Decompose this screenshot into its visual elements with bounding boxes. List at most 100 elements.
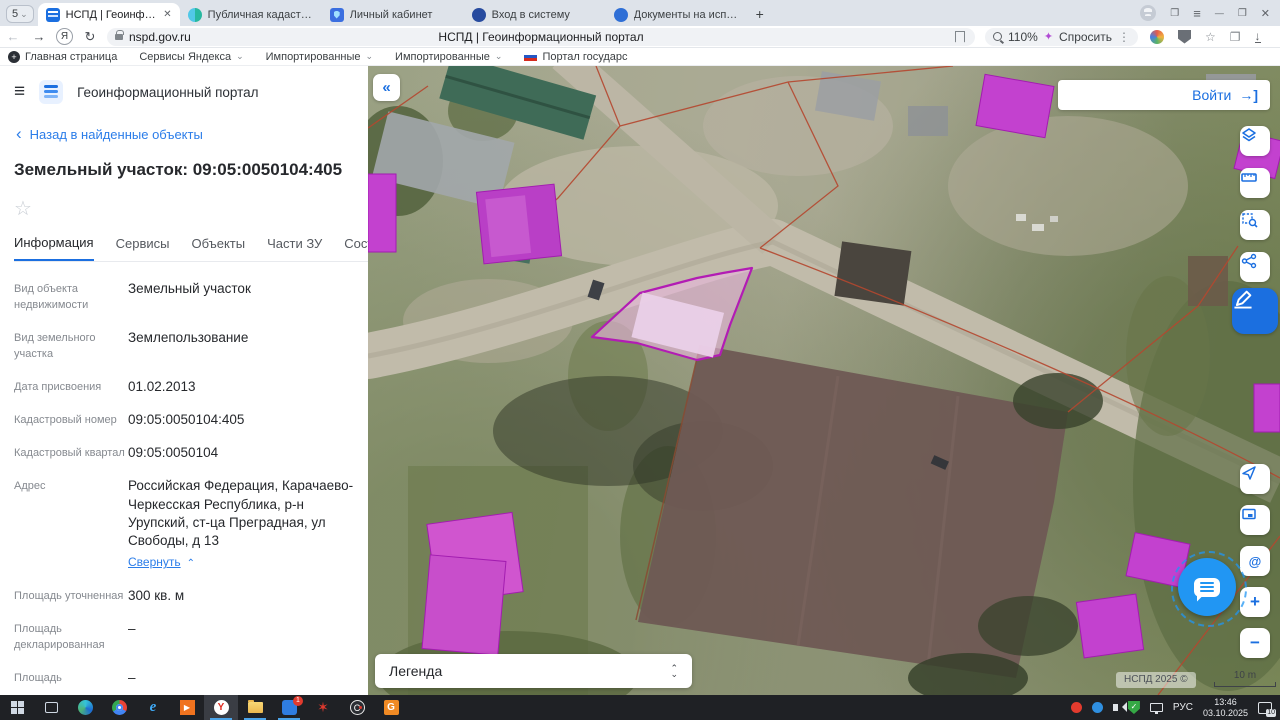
close-button[interactable]: ✕ <box>1261 7 1270 20</box>
red-app-icon: ✶ <box>317 699 329 715</box>
taskbar-films[interactable]: ▶ <box>170 695 204 720</box>
network-icon[interactable] <box>1149 703 1163 714</box>
tab-vhod[interactable]: Вход в систему <box>464 3 606 26</box>
forward-icon[interactable]: → <box>26 29 52 44</box>
map-canvas[interactable]: « Войти →] @ + − Легенда ⌃ ⌄ НСПД 2025 © … <box>368 66 1280 695</box>
notification-count: 10 <box>1266 708 1276 717</box>
coordinates-button[interactable]: @ <box>1240 546 1270 576</box>
chat-widget-button[interactable] <box>1171 551 1247 627</box>
chevron-down-icon: ⌄ <box>365 51 374 61</box>
taskbar-edge[interactable] <box>68 695 102 720</box>
bookmark-home[interactable]: + Главная страница <box>8 50 117 63</box>
tab-informaciya[interactable]: Информация <box>14 235 94 261</box>
windows-icon <box>10 701 24 714</box>
kebab-menu-icon[interactable]: ⋮ <box>1118 30 1130 44</box>
back-icon[interactable]: ← <box>0 29 26 44</box>
start-button[interactable] <box>0 695 34 720</box>
security-shield-icon[interactable]: ✓ <box>1127 701 1140 714</box>
chevron-down-icon: ⌄ <box>20 8 28 19</box>
collapse-panel-button[interactable]: « <box>373 74 400 101</box>
extension-icon[interactable] <box>1150 29 1164 44</box>
yandex-button[interactable]: Я <box>56 28 73 45</box>
draw-tool-button-active[interactable] <box>1232 288 1278 334</box>
tab-count-button[interactable]: 5 ⌄ <box>6 5 34 23</box>
close-tab-icon[interactable]: ✕ <box>163 9 171 20</box>
volume-icon[interactable] <box>1112 702 1127 712</box>
language-indicator[interactable]: РУС <box>1173 702 1193 713</box>
plus-icon: + <box>1250 592 1260 611</box>
share-button[interactable] <box>1240 252 1270 282</box>
tab-chasti-zu[interactable]: Части ЗУ <box>267 236 322 260</box>
tab-sostav[interactable]: Соста <box>344 236 368 260</box>
bookmark-gosuslugi[interactable]: Портал государс <box>524 51 628 63</box>
favorite-star-icon[interactable]: ☆ <box>14 196 368 221</box>
page-title: НСПД | Геоинформационный портал <box>438 29 644 44</box>
panel-tabs: Информация Сервисы Объекты Части ЗУ Сост… <box>14 235 368 262</box>
restore-button[interactable]: ❐ <box>1238 8 1247 19</box>
alice-icon: ✦ <box>1043 31 1054 43</box>
bookmark-flag-icon[interactable] <box>955 30 965 43</box>
taskbar-red-app[interactable]: ✶ <box>306 695 340 720</box>
new-tab-button[interactable]: + <box>756 6 764 22</box>
window-controls: ❐ ≡ — ❐ ✕ <box>1140 0 1280 26</box>
g-app-icon: G <box>383 700 399 715</box>
browser-menu-icon[interactable]: ≡ <box>1193 6 1201 21</box>
login-label: Войти <box>1192 87 1232 103</box>
area-search-button[interactable] <box>1240 210 1270 240</box>
taskbar-explorer[interactable] <box>238 695 272 720</box>
layers-button[interactable] <box>1240 126 1270 156</box>
zoom-out-button[interactable]: − <box>1240 628 1270 658</box>
satellite-overlay <box>368 66 1280 695</box>
taskbar-g-app[interactable]: G <box>374 695 408 720</box>
legend-dropdown[interactable]: Легенда ⌃ ⌄ <box>375 654 692 688</box>
tab-nspd[interactable]: НСПД | Геоинформаци ✕ <box>37 3 180 26</box>
taskbar-yandex-browser-active[interactable]: Y <box>204 695 238 720</box>
ruler-button[interactable] <box>1240 168 1270 198</box>
zoom-magnifier-icon[interactable] <box>993 32 1002 41</box>
navigate-arrow-icon <box>1242 466 1256 480</box>
parcel-fields: Вид объекта недвижимости Земельный участ… <box>0 262 368 695</box>
bookmark-imported-1[interactable]: Импортированные ⌄ <box>266 51 373 63</box>
extension-shield-icon[interactable] <box>1178 29 1191 44</box>
field-row: Кадастровый номер 09:05:0050104:405 <box>14 411 245 427</box>
minimize-button[interactable]: — <box>1215 8 1224 18</box>
tab-obekty[interactable]: Объекты <box>191 236 245 260</box>
minimap-button[interactable] <box>1240 505 1270 535</box>
tray-red-icon[interactable] <box>1070 702 1082 713</box>
system-tray: ✓ РУС 13:46 03.10.2025 10 <box>1070 695 1280 720</box>
collapse-address-link[interactable]: Свернуть <box>128 554 181 570</box>
films-icon: ▶ <box>179 700 195 715</box>
tray-blue-icon[interactable] <box>1091 702 1103 713</box>
taskbar-ie[interactable]: e <box>136 695 170 720</box>
chevron-down-icon: ⌄ <box>494 51 503 61</box>
profile-avatar[interactable] <box>1140 5 1157 21</box>
address-bar[interactable]: nspd.gov.ru НСПД | Геоинформационный пор… <box>107 27 975 46</box>
taskbar-app-notification[interactable]: 1 <box>272 695 306 720</box>
tab-dokumenty[interactable]: Документы на исполнени <box>606 3 748 26</box>
bookmark-imported-2[interactable]: Импортированные ⌄ <box>395 51 502 63</box>
tab-lichnyi-kabinet[interactable]: Личный кабинет <box>322 3 464 26</box>
bookmark-yandex-services[interactable]: Сервисы Яндекса ⌄ <box>139 51 243 63</box>
downloads-icon[interactable]: ↓ <box>1254 30 1261 43</box>
ask-button[interactable]: Спросить <box>1059 30 1112 44</box>
collections-icon[interactable]: ❐ <box>1170 8 1179 19</box>
taskbar-chrome[interactable] <box>102 695 136 720</box>
chrome-icon <box>111 700 127 715</box>
zoom-level[interactable]: 110% <box>1008 30 1038 44</box>
field-row: Площадь декларированная – <box>14 620 136 651</box>
taskbar-crypto-app[interactable]: C <box>340 695 374 720</box>
back-to-results-link[interactable]: ‹ Назад в найденные объекты <box>0 114 368 144</box>
tab-servisy[interactable]: Сервисы <box>116 236 170 260</box>
clock[interactable]: 13:46 03.10.2025 <box>1203 697 1248 719</box>
scale-line <box>1214 682 1276 687</box>
locate-button[interactable] <box>1240 464 1270 494</box>
hamburger-menu-icon[interactable]: ≡ <box>14 81 25 103</box>
extension-tabs-icon[interactable]: ❐ <box>1230 30 1241 44</box>
reload-icon[interactable]: ↻ <box>77 29 103 45</box>
home-bookmark-icon: + <box>8 50 20 63</box>
extension-star-icon[interactable]: ☆ <box>1205 30 1216 44</box>
tab-pkk[interactable]: Публичная кадастровая к <box>180 3 322 26</box>
login-bar[interactable]: Войти →] <box>1058 80 1270 110</box>
action-center-icon[interactable]: 10 <box>1258 701 1276 717</box>
task-view-button[interactable] <box>34 695 68 720</box>
